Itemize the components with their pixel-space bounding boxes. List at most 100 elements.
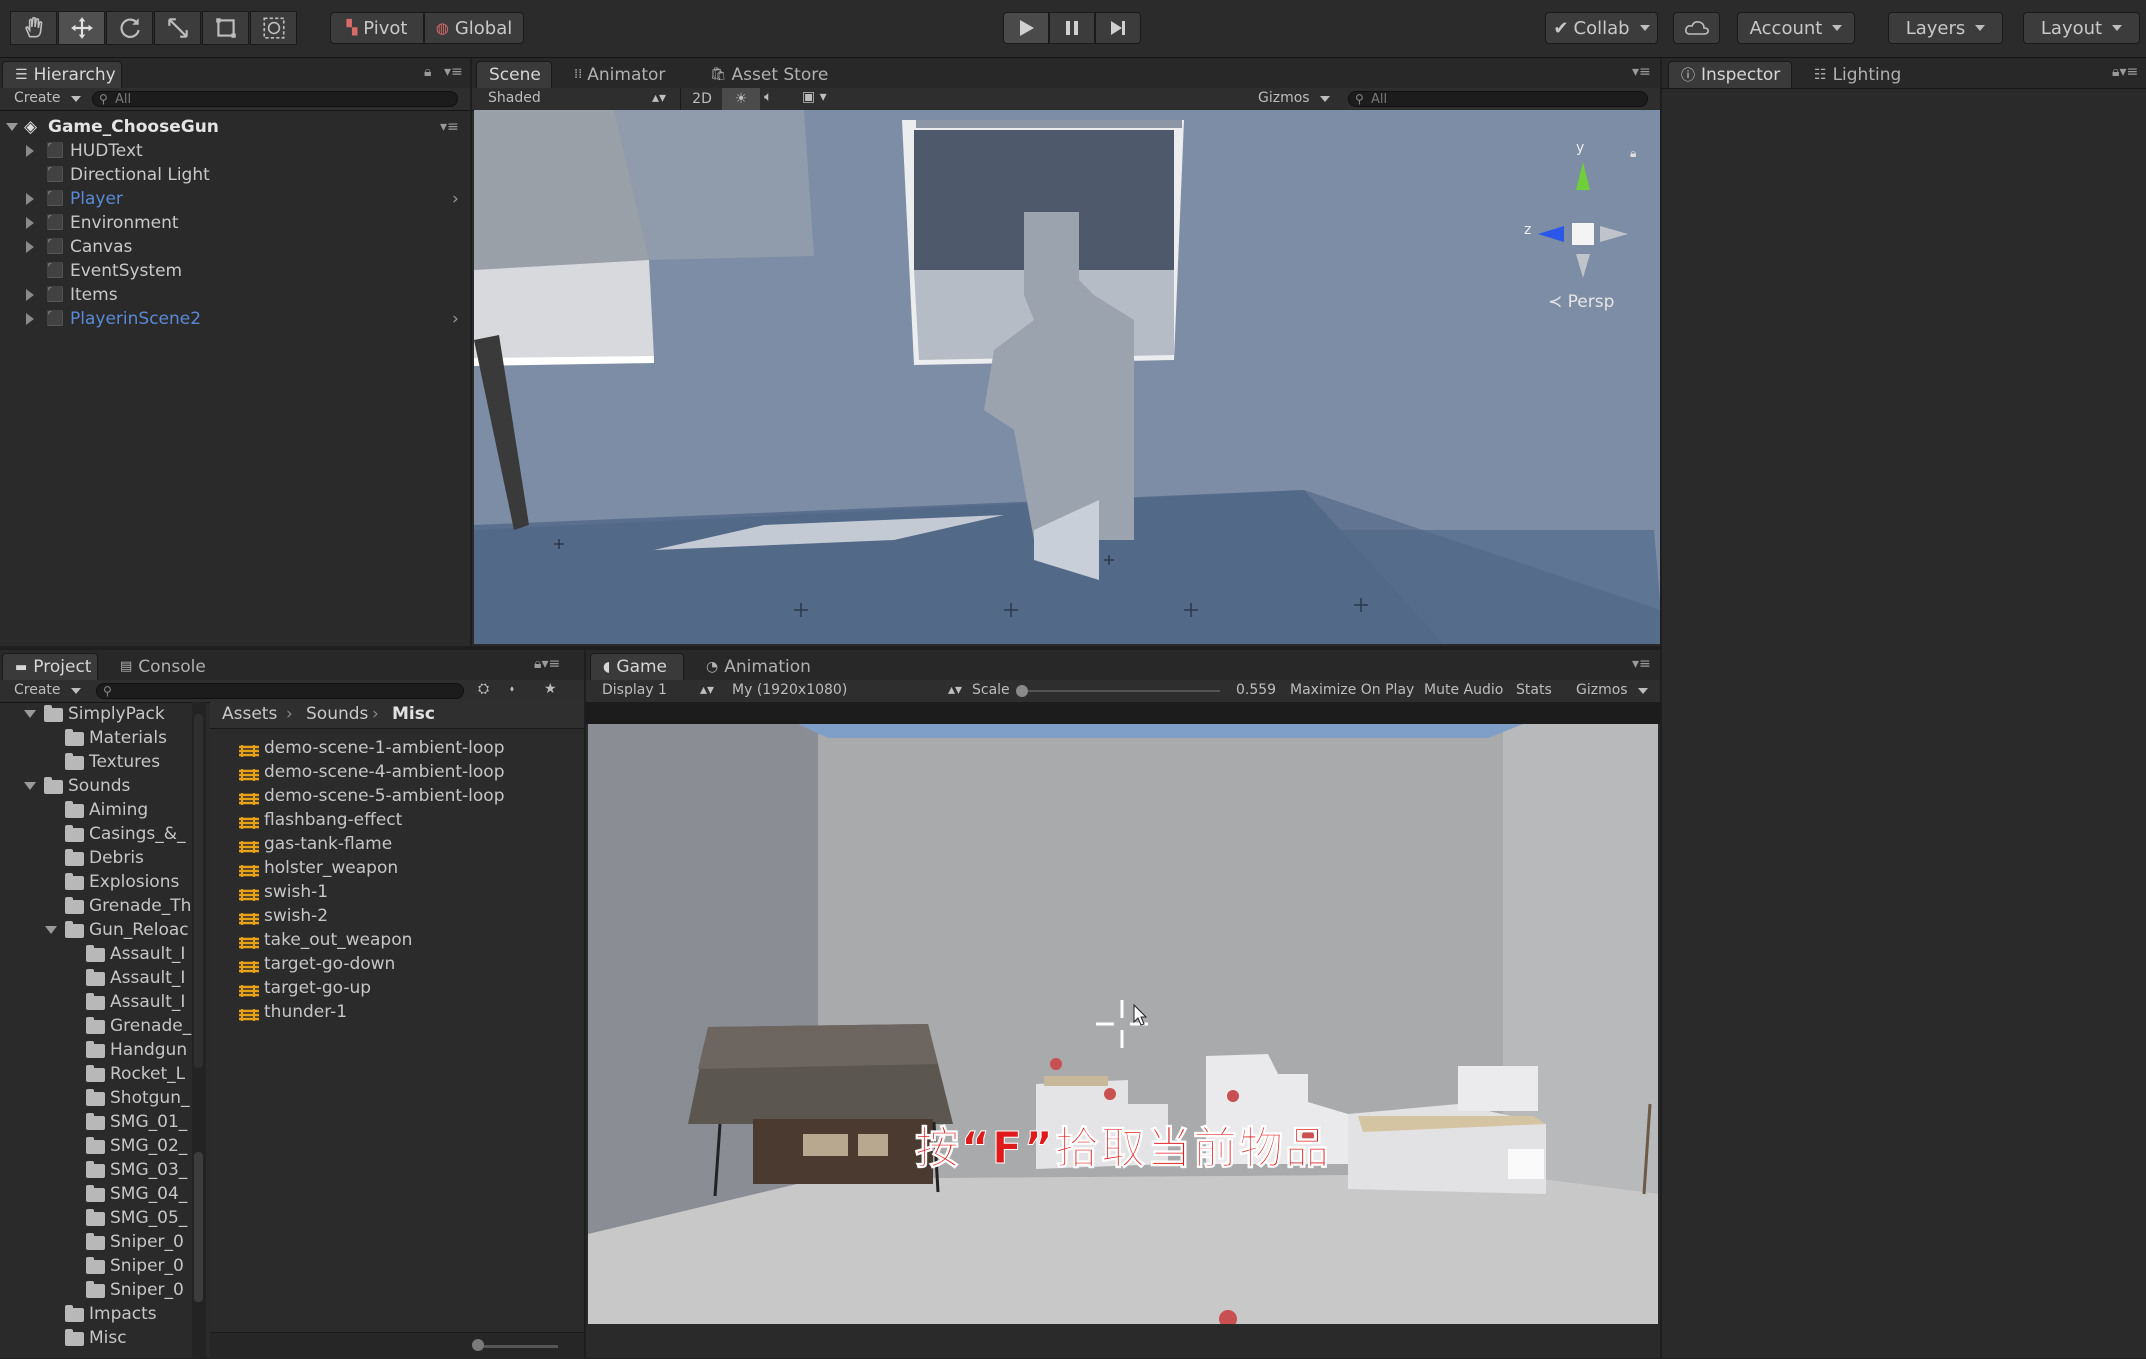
scale-tool-button[interactable] xyxy=(154,11,201,45)
asset-item[interactable]: take_out_weapon xyxy=(210,928,584,952)
expand-arrow-icon[interactable] xyxy=(45,926,57,934)
project-menu-icon[interactable]: 🔒︎▾≡ xyxy=(534,656,560,672)
hand-tool-button[interactable] xyxy=(10,11,57,45)
maximize-on-play-toggle[interactable]: Maximize On Play xyxy=(1290,682,1414,698)
tab-project[interactable]: ▬ Project xyxy=(2,653,98,680)
hierarchy-item[interactable]: ⬛ Canvas xyxy=(0,235,470,259)
tab-asset-store[interactable]: 🛍︎ Asset Store xyxy=(698,61,840,88)
favorite-star-icon[interactable]: ★ xyxy=(544,681,557,697)
hierarchy-item[interactable]: ⬛ Directional Light xyxy=(0,163,470,187)
project-folder-item[interactable]: Grenade_ xyxy=(0,1014,192,1038)
project-folder-item[interactable]: Assault_I xyxy=(0,966,192,990)
project-folder-item[interactable]: Assault_I xyxy=(0,990,192,1014)
project-folder-item[interactable]: Misc xyxy=(0,1326,192,1350)
hierarchy-item[interactable]: ⬛ EventSystem xyxy=(0,259,470,283)
hierarchy-item[interactable]: ⬛ Player › xyxy=(0,187,470,211)
rect-tool-button[interactable] xyxy=(202,11,249,45)
asset-item[interactable]: thunder-1 xyxy=(210,1000,584,1024)
game-gizmos-dropdown[interactable]: Gizmos xyxy=(1576,682,1648,698)
open-prefab-chevron-icon[interactable]: › xyxy=(452,307,459,331)
pause-button[interactable] xyxy=(1049,12,1095,44)
expand-arrow-icon[interactable] xyxy=(26,193,34,205)
asset-item[interactable]: swish-1 xyxy=(210,880,584,904)
expand-arrow-icon[interactable] xyxy=(24,710,36,718)
stats-toggle[interactable]: Stats xyxy=(1516,682,1552,698)
project-folder-item[interactable]: Casings_&_ xyxy=(0,822,192,846)
expand-arrow-icon[interactable] xyxy=(26,217,34,229)
tab-game[interactable]: ◖ Game xyxy=(590,653,684,680)
project-folder-item[interactable]: Explosions xyxy=(0,870,192,894)
breadcrumb-assets[interactable]: Assets xyxy=(222,704,277,724)
inspector-menu-icon[interactable]: 🔒︎▾≡ xyxy=(2112,64,2138,80)
hierarchy-item[interactable]: ⬛ Environment xyxy=(0,211,470,235)
hierarchy-item[interactable]: ⬛ PlayerinScene2 › xyxy=(0,307,470,331)
audio-toggle-icon[interactable]: 🔈︎ xyxy=(764,89,772,105)
tab-animation[interactable]: ◔ Animation xyxy=(694,653,823,680)
tab-animator[interactable]: ⁞⁞ Animator xyxy=(562,61,677,88)
asset-item[interactable]: demo-scene-1-ambient-loop xyxy=(210,736,584,760)
asset-item[interactable]: demo-scene-4-ambient-loop xyxy=(210,760,584,784)
tab-console[interactable]: ▤ Console xyxy=(108,653,218,680)
project-folder-item[interactable]: Grenade_Th xyxy=(0,894,192,918)
game-viewport[interactable]: 按“F”拾取当前物品 xyxy=(588,724,1658,1324)
play-button[interactable] xyxy=(1003,12,1049,44)
asset-item[interactable]: demo-scene-5-ambient-loop xyxy=(210,784,584,808)
layout-dropdown[interactable]: Layout xyxy=(2023,12,2140,44)
scene-gizmos-dropdown[interactable]: Gizmos xyxy=(1258,90,1330,106)
hierarchy-create-dropdown[interactable]: Create xyxy=(14,90,81,106)
expand-arrow-icon[interactable] xyxy=(26,241,34,253)
project-folder-item[interactable]: Gun_Reloac xyxy=(0,918,192,942)
tree-scrollbar[interactable] xyxy=(192,702,206,1358)
hierarchy-search-input[interactable]: All xyxy=(92,91,458,107)
persp-label[interactable]: ≺ Persp xyxy=(1548,292,1614,312)
asset-item[interactable]: swish-2 xyxy=(210,904,584,928)
expand-arrow-icon[interactable] xyxy=(24,782,36,790)
scale-slider[interactable] xyxy=(1020,690,1220,692)
move-tool-button[interactable] xyxy=(58,11,105,45)
lighting-toggle-icon[interactable]: ☀ xyxy=(722,88,760,110)
project-folder-item[interactable]: Handgun xyxy=(0,1038,192,1062)
expand-arrow-icon[interactable] xyxy=(6,123,18,131)
project-folder-item[interactable]: Sniper_0 xyxy=(0,1254,192,1278)
scene-panel-menu-icon[interactable]: ▾≡ xyxy=(1632,64,1651,80)
tab-scene[interactable]: Scene xyxy=(476,61,552,88)
collab-dropdown[interactable]: ✔ Collab xyxy=(1545,12,1658,44)
global-toggle[interactable]: ◍ Global xyxy=(424,12,524,44)
scale-slider-thumb[interactable] xyxy=(1016,685,1028,697)
effects-toggle-icon[interactable]: ▣ ▾ xyxy=(802,89,827,105)
asset-item[interactable]: target-go-up xyxy=(210,976,584,1000)
expand-arrow-icon[interactable] xyxy=(26,289,34,301)
tab-hierarchy[interactable]: ☰ Hierarchy xyxy=(2,61,122,88)
scene-search-input[interactable]: All xyxy=(1348,91,1648,107)
mute-audio-toggle[interactable]: Mute Audio xyxy=(1424,682,1503,698)
project-folder-item[interactable]: Assault_I xyxy=(0,942,192,966)
project-folder-item[interactable]: Sniper_0 xyxy=(0,1230,192,1254)
project-folder-item[interactable]: SMG_01_ xyxy=(0,1110,192,1134)
expand-arrow-icon[interactable] xyxy=(26,313,34,325)
tab-lighting[interactable]: ☷ Lighting xyxy=(1802,61,1913,88)
asset-size-slider-thumb[interactable] xyxy=(472,1339,484,1351)
asset-item[interactable]: flashbang-effect xyxy=(210,808,584,832)
project-folder-item[interactable]: SimplyPack xyxy=(0,702,192,726)
asset-item[interactable]: holster_weapon xyxy=(210,856,584,880)
project-folder-item[interactable]: Impacts xyxy=(0,1302,192,1326)
expand-arrow-icon[interactable] xyxy=(26,145,34,157)
filter-label-icon[interactable]: ⬪ xyxy=(510,681,514,697)
asset-size-slider[interactable] xyxy=(474,1345,558,1348)
transform-tool-button[interactable] xyxy=(250,11,297,45)
lock-icon[interactable]: 🔒︎ xyxy=(424,64,431,80)
hierarchy-item[interactable]: ⬛ Items xyxy=(0,283,470,307)
open-prefab-chevron-icon[interactable]: › xyxy=(452,187,459,211)
hierarchy-item[interactable]: ⬛ HUDText xyxy=(0,139,470,163)
project-folder-item[interactable]: Textures xyxy=(0,750,192,774)
filter-type-icon[interactable]: ⛭ xyxy=(478,681,489,697)
breadcrumb-sounds[interactable]: Sounds xyxy=(306,704,368,724)
breadcrumb-misc[interactable]: Misc xyxy=(392,704,435,724)
game-menu-icon[interactable]: ▾≡ xyxy=(1632,656,1651,672)
project-search-input[interactable] xyxy=(96,683,464,699)
account-dropdown[interactable]: Account xyxy=(1737,12,1855,44)
pivot-toggle[interactable]: ▚ Pivot xyxy=(330,12,424,44)
project-folder-item[interactable]: SMG_05_ xyxy=(0,1206,192,1230)
shading-mode-dropdown[interactable]: Shaded xyxy=(488,90,541,106)
project-folder-item[interactable]: Shotgun_ xyxy=(0,1086,192,1110)
